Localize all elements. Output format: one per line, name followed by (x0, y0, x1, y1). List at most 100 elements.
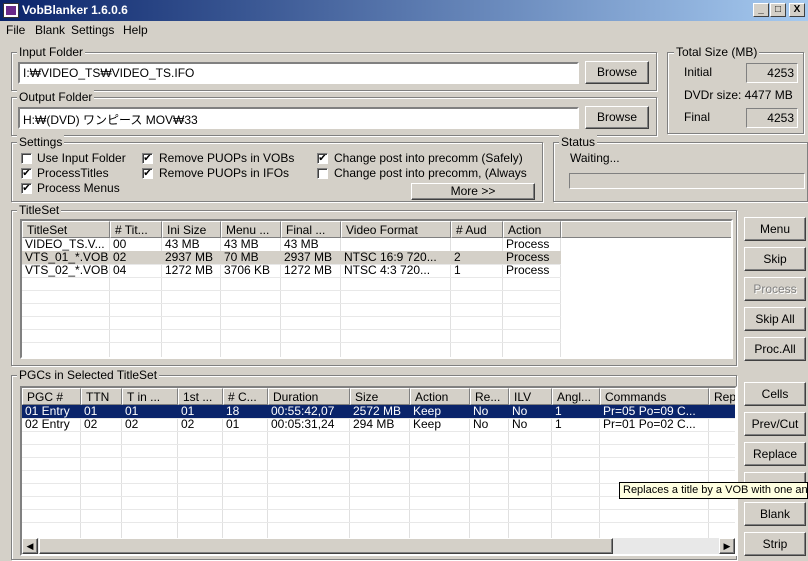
col-header-action[interactable]: Action (503, 221, 561, 238)
col-header-rep[interactable]: Rep (709, 388, 735, 405)
horizontal-scrollbar[interactable]: ◀ ▶ (22, 538, 735, 554)
col-header-titleset[interactable]: TitleSet (22, 221, 110, 238)
cell: Keep (413, 405, 442, 418)
cell: No (473, 418, 489, 431)
initial-size-value: 4253 (746, 63, 798, 83)
cells-button[interactable]: Cells (744, 382, 806, 406)
app-icon (3, 3, 19, 18)
remove-puops-ifos-checkbox[interactable]: ✔ (142, 168, 153, 179)
cell: 02 (181, 418, 195, 431)
titleset-list[interactable]: TitleSet # Tit... Ini Size Menu ... Fina… (20, 219, 733, 359)
input-folder-field[interactable]: I:₩VIDEO_TS₩VIDEO_TS.IFO (18, 62, 579, 84)
cell (709, 418, 735, 431)
skip-button[interactable]: Skip (744, 247, 806, 271)
cell: 43 MB (284, 238, 319, 251)
table-row[interactable]: 02 Entry 02 02 02 01 00:05:31,24 294 MB … (22, 418, 735, 431)
cell: 18 (226, 405, 240, 418)
col-header-ilv[interactable]: ILV (509, 388, 552, 405)
menu-help[interactable]: Help (123, 23, 148, 37)
strip-button[interactable]: Strip (744, 532, 806, 556)
col-header-1st[interactable]: 1st ... (178, 388, 223, 405)
cell: 01 (181, 405, 195, 418)
col-header-video-format[interactable]: Video Format (341, 221, 451, 238)
process-menus-checkbox[interactable]: ✔ (21, 183, 32, 194)
input-browse-button[interactable]: Browse (585, 61, 649, 84)
col-header-commands[interactable]: Commands (600, 388, 709, 405)
dvdr-size-label: DVDr size: 4477 MB (684, 88, 793, 102)
cell: Pr=01 Po=02 C... (603, 418, 696, 431)
output-browse-button[interactable]: Browse (585, 106, 649, 129)
proc-all-button[interactable]: Proc.All (744, 337, 806, 361)
col-header-pgc-action[interactable]: Action (410, 388, 470, 405)
cell: 2572 MB (353, 405, 402, 418)
scroll-left-icon[interactable]: ◀ (22, 538, 38, 554)
process-titles-checkbox[interactable]: ✔ (21, 168, 32, 179)
menu-file[interactable]: File (6, 23, 25, 37)
process-menus-label: Process Menus (37, 181, 120, 195)
progress-bar (569, 173, 805, 189)
status-text: Waiting... (570, 151, 620, 165)
precomm-safely-checkbox[interactable]: ✔ (317, 153, 328, 164)
scroll-right-icon[interactable]: ▶ (719, 538, 735, 554)
remove-puops-vobs-label: Remove PUOPs in VOBs (159, 151, 295, 165)
table-row[interactable]: VTS_02_*.VOB 04 1272 MB 3706 KB 1272 MB … (22, 264, 561, 277)
menu-settings[interactable]: Settings (71, 23, 114, 37)
use-input-folder-checkbox[interactable] (21, 153, 32, 164)
table-row[interactable]: VIDEO_TS.V... 00 43 MB 43 MB 43 MB Proce… (22, 238, 561, 251)
col-header-ini-size[interactable]: Ini Size (162, 221, 221, 238)
scroll-thumb[interactable] (39, 538, 613, 554)
replace-button[interactable]: Replace (744, 442, 806, 466)
table-row-selected[interactable]: 01 Entry 01 01 01 18 00:55:42,07 2572 MB… (22, 405, 735, 418)
cell: 01 Entry (25, 405, 70, 418)
close-button[interactable]: X (789, 3, 805, 17)
col-header-cells[interactable]: # C... (223, 388, 268, 405)
final-size-value: 4253 (746, 108, 798, 128)
pgcs-list[interactable]: PGC # TTN T in ... 1st ... # C... Durati… (20, 386, 737, 556)
col-header-t-in[interactable]: T in ... (122, 388, 178, 405)
col-header-angl[interactable]: Angl... (552, 388, 600, 405)
total-size-label: Total Size (MB) (674, 45, 760, 59)
input-folder-label: Input Folder (17, 45, 86, 59)
remove-puops-ifos-label: Remove PUOPs in IFOs (159, 166, 290, 180)
table-row-selected[interactable]: VTS_01_*.VOB 02 2937 MB 70 MB 2937 MB NT… (22, 251, 561, 264)
col-header-aud[interactable]: # Aud (451, 221, 503, 238)
title-bar: VobBlanker 1.6.0.6 _ □ X (0, 0, 808, 21)
prev-cut-button[interactable]: Prev/Cut (744, 412, 806, 436)
remove-puops-vobs-checkbox[interactable]: ✔ (142, 153, 153, 164)
cell: 01 (226, 418, 240, 431)
menu-button[interactable]: Menu (744, 217, 806, 241)
cell: Process (506, 238, 550, 251)
precomm-always-checkbox[interactable] (317, 168, 328, 179)
output-folder-field[interactable]: H:₩(DVD) ワンピース MOV₩33 (18, 107, 579, 129)
blank-button[interactable]: Blank (744, 502, 806, 526)
menu-bar: File Blank Settings Help (0, 21, 808, 39)
titleset-label: TitleSet (17, 203, 62, 217)
output-folder-label: Output Folder (17, 90, 95, 104)
cell: 02 (84, 418, 98, 431)
col-header-titles[interactable]: # Tit... (110, 221, 162, 238)
cell: 1272 MB (165, 264, 214, 277)
col-header-size[interactable]: Size (350, 388, 410, 405)
more-button[interactable]: More >> (411, 183, 535, 200)
col-header-pgc[interactable]: PGC # (22, 388, 81, 405)
col-header-ttn[interactable]: TTN (81, 388, 122, 405)
cell: 43 MB (224, 238, 259, 251)
cell: 2 (454, 251, 461, 264)
maximize-button[interactable]: □ (770, 3, 786, 17)
tooltip: Replaces a title by a VOB with one and (619, 482, 808, 499)
col-header-blank (561, 221, 731, 238)
col-header-final[interactable]: Final ... (281, 221, 341, 238)
col-header-re[interactable]: Re... (470, 388, 509, 405)
col-header-menu[interactable]: Menu ... (221, 221, 281, 238)
process-button[interactable]: Process (744, 277, 806, 301)
menu-blank[interactable]: Blank (35, 23, 65, 37)
precomm-safely-label: Change post into precomm (Safely) (334, 151, 523, 165)
status-label: Status (559, 135, 598, 149)
cell: VIDEO_TS.V... (25, 238, 105, 251)
minimize-button[interactable]: _ (753, 3, 769, 17)
col-header-duration[interactable]: Duration (268, 388, 350, 405)
cell: VTS_02_*.VOB (25, 264, 109, 277)
precomm-always-label: Change post into precomm, (Always (334, 166, 527, 180)
cell: 1272 MB (284, 264, 333, 277)
skip-all-button[interactable]: Skip All (744, 307, 806, 331)
